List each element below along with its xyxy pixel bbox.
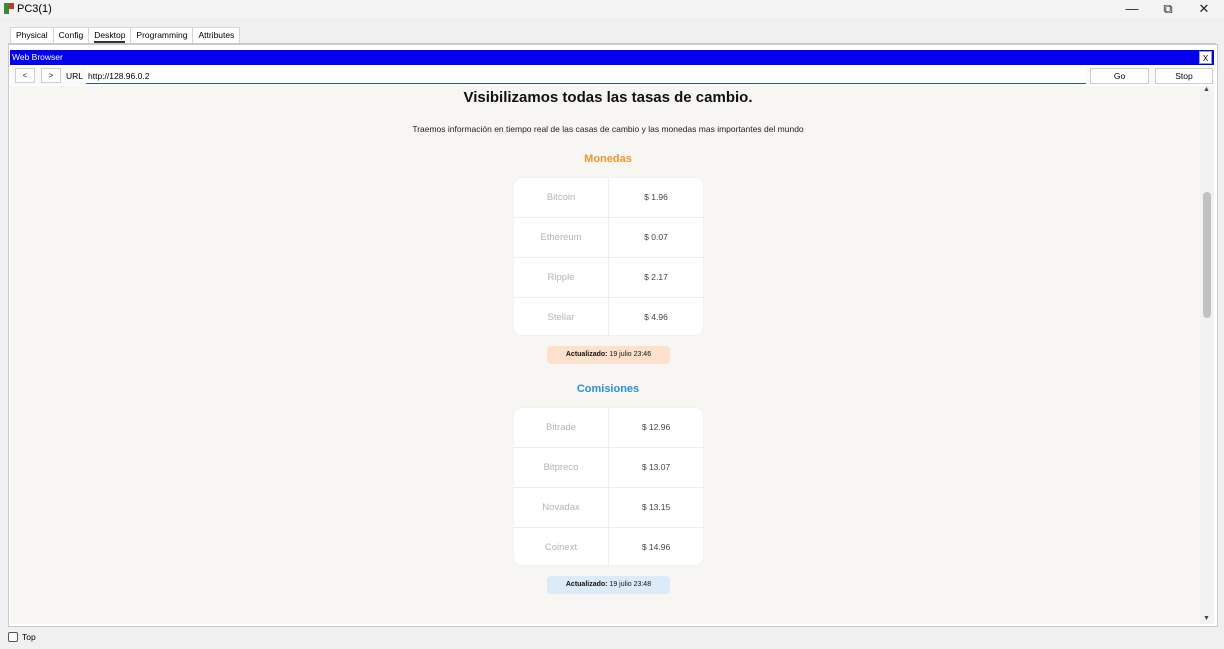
- scroll-up-arrow-icon[interactable]: ▲: [1203, 86, 1210, 93]
- browser-nav-bar: < > URL Go Stop: [10, 67, 1214, 85]
- browser-viewport: Visibilizamos todas las tasas de cambio.…: [10, 86, 1200, 624]
- table-row: Bitcoin $ 1.96: [514, 178, 703, 218]
- currency-name: Ripple: [514, 258, 609, 297]
- web-browser-title: Web Browser: [12, 52, 63, 62]
- updated-time: 19 julio 23:46: [609, 351, 652, 358]
- exchange-value: $ 14.96: [641, 542, 671, 552]
- currency-value: $ 4.96: [644, 312, 668, 322]
- currency-value: $ 2.17: [644, 272, 668, 282]
- window-title: PC3(1): [17, 3, 52, 15]
- tab-config[interactable]: Config: [52, 27, 90, 43]
- web-browser-header: Web Browser X: [10, 50, 1214, 65]
- top-checkbox-label: Top: [22, 632, 36, 642]
- restore-button[interactable]: ⧉: [1150, 0, 1186, 18]
- updated-label: Actualizado:: [565, 581, 608, 588]
- updated-time: 19 julio 23:48: [609, 581, 652, 588]
- window-titlebar: PC3(1) — ⧉ ✕: [0, 0, 1224, 18]
- exchange-value: $ 13.07: [641, 462, 671, 472]
- table-row: Bitrade $ 12.96: [514, 408, 703, 448]
- page-subtitle: Traemos información en tiempo real de la…: [412, 124, 804, 134]
- currency-value: $ 0.07: [644, 232, 668, 242]
- comisiones-title: Comisiones: [576, 383, 640, 395]
- device-tabs: Physical Config Desktop Programming Attr…: [10, 27, 241, 43]
- table-row: Ripple $ 2.17: [514, 258, 703, 298]
- top-checkbox[interactable]: [8, 632, 18, 642]
- exchange-name: Bitrade: [514, 408, 609, 447]
- forward-button[interactable]: >: [41, 68, 61, 83]
- minimize-button[interactable]: —: [1114, 0, 1150, 18]
- table-row: Novadax $ 13.15: [514, 488, 703, 528]
- go-button[interactable]: Go: [1090, 68, 1149, 84]
- exchange-name: Coinext: [514, 528, 609, 567]
- exchange-name: Novadax: [514, 488, 609, 527]
- tab-programming[interactable]: Programming: [130, 27, 194, 43]
- url-input[interactable]: [86, 68, 1086, 84]
- tab-attributes[interactable]: Attributes: [192, 27, 241, 43]
- vertical-scrollbar[interactable]: ▲ ▼: [1200, 86, 1214, 624]
- exchange-value: $ 12.96: [641, 422, 671, 432]
- stop-button[interactable]: Stop: [1155, 68, 1213, 84]
- comisiones-table: Bitrade $ 12.96 Bitpreco $ 13.07 Novadax…: [514, 408, 703, 567]
- currency-name: Stellar: [514, 298, 609, 337]
- table-row: Bitpreco $ 13.07: [514, 448, 703, 488]
- page-title: Visibilizamos todas las tasas de cambio.: [463, 89, 753, 106]
- back-button[interactable]: <: [15, 68, 35, 83]
- table-row: Ethereum $ 0.07: [514, 218, 703, 258]
- exchange-name: Bitpreco: [514, 448, 609, 487]
- currency-name: Bitcoin: [514, 178, 609, 217]
- scroll-down-arrow-icon[interactable]: ▼: [1203, 615, 1210, 622]
- monedas-table: Bitcoin $ 1.96 Ethereum $ 0.07 Ripple $ …: [514, 178, 703, 337]
- currency-name: Ethereum: [514, 218, 609, 257]
- table-row: Coinext $ 14.96: [514, 528, 703, 567]
- exchange-value: $ 13.15: [641, 502, 671, 512]
- tab-desktop[interactable]: Desktop: [88, 27, 132, 43]
- monedas-updated-badge: Actualizado: 19 julio 23:46: [547, 346, 670, 364]
- packet-tracer-app-icon: [4, 3, 14, 14]
- monedas-title: Monedas: [584, 153, 632, 165]
- currency-value: $ 1.96: [644, 192, 668, 202]
- tab-physical[interactable]: Physical: [10, 27, 54, 43]
- updated-label: Actualizado:: [565, 351, 608, 358]
- comisiones-updated-badge: Actualizado: 19 julio 23:48: [547, 576, 670, 594]
- close-window-button[interactable]: ✕: [1186, 0, 1222, 18]
- url-label: URL: [66, 71, 84, 81]
- web-browser-close-button[interactable]: X: [1199, 51, 1212, 64]
- table-row: Stellar $ 4.96: [514, 298, 703, 337]
- scroll-thumb[interactable]: [1203, 192, 1211, 318]
